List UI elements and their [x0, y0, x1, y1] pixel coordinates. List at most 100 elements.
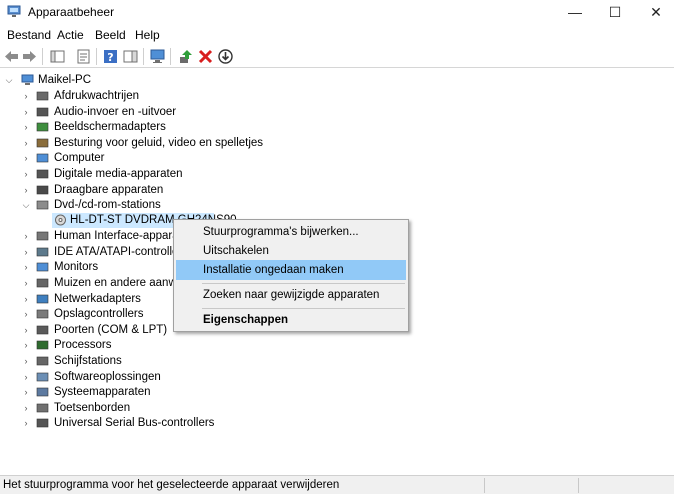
chevron-right-icon[interactable]: › — [21, 401, 31, 416]
menu-beeld[interactable]: Beeld — [95, 28, 126, 42]
media-device-icon — [36, 169, 49, 179]
show-hide-console-tree-icon[interactable] — [49, 48, 66, 65]
chevron-right-icon[interactable]: › — [21, 370, 31, 385]
chevron-right-icon[interactable]: › — [21, 323, 31, 338]
tree-category[interactable]: › Audio-invoer en -uitvoer — [20, 105, 280, 120]
chevron-right-icon[interactable]: › — [21, 276, 31, 291]
portable-device-icon — [36, 185, 49, 194]
chevron-right-icon[interactable]: › — [21, 229, 31, 244]
tree-category-label: Computer — [54, 152, 105, 165]
monitor-icon[interactable] — [149, 48, 166, 65]
tree-category[interactable]: › Afdrukwachtrijen — [20, 89, 280, 104]
tree-category-label: Softwareoplossingen — [54, 370, 161, 383]
chevron-right-icon[interactable]: › — [21, 260, 31, 275]
tree-category-label: Audio-invoer en -uitvoer — [54, 105, 177, 118]
menu-scan-hardware[interactable]: Zoeken naar gewijzigde apparaten — [176, 285, 406, 305]
status-bar: Het stuurprogramma voor het geselecteerd… — [0, 475, 674, 494]
tree-category[interactable]: › Toetsenborden — [20, 401, 280, 416]
menu-disable[interactable]: Uitschakelen — [176, 241, 406, 261]
hid-icon — [36, 231, 49, 241]
menu-properties[interactable]: Eigenschappen — [176, 310, 406, 330]
tree-category-label: Processors — [54, 339, 112, 352]
tree-category-label: Dvd-/cd-rom-stations — [54, 199, 161, 212]
close-button[interactable]: ✕ — [633, 0, 674, 24]
chevron-down-icon[interactable]: ⌵ — [4, 73, 14, 88]
tree-category-label: Schijfstations — [54, 355, 122, 367]
tree-category[interactable]: ⌵ Dvd-/cd-rom-stations — [20, 198, 280, 213]
tree-category-label: Poorten (COM & LPT) — [54, 323, 168, 336]
tree-category[interactable]: › Draagbare apparaten — [20, 183, 280, 198]
tree-category[interactable]: › Softwareoplossingen — [20, 370, 280, 385]
update-driver-icon[interactable] — [177, 48, 194, 65]
forward-arrow-icon[interactable] — [21, 48, 38, 65]
tree-category-label: Digitale media-apparaten — [54, 168, 183, 180]
chevron-right-icon[interactable]: › — [21, 354, 31, 369]
chevron-right-icon[interactable]: › — [21, 307, 31, 322]
keyboard-icon — [36, 403, 49, 413]
menu-uninstall[interactable]: Installatie ongedaan maken — [176, 260, 406, 280]
chevron-right-icon[interactable]: › — [21, 89, 31, 104]
toolbar-separator — [42, 48, 43, 65]
action-pane-icon[interactable] — [122, 48, 139, 65]
properties-icon[interactable] — [75, 48, 92, 65]
device-manager-icon — [7, 5, 21, 17]
uninstall-x-icon[interactable] — [197, 48, 214, 65]
window-title: Apparaatbeheer — [28, 5, 115, 19]
tree-category-label: Muizen en andere aanwijs — [54, 277, 188, 289]
tree-category-label: Draagbare apparaten — [54, 183, 164, 196]
tree-category[interactable]: › Besturing voor geluid, video en spellet… — [20, 136, 280, 151]
chevron-right-icon[interactable]: › — [21, 167, 31, 182]
maximize-button[interactable]: ☐ — [592, 0, 638, 24]
chevron-right-icon[interactable]: › — [21, 292, 31, 307]
storage-controller-icon — [36, 309, 49, 319]
menu-actie[interactable]: Actie — [57, 28, 84, 42]
menu-separator — [202, 308, 405, 309]
menu-help[interactable]: Help — [135, 28, 160, 42]
port-icon — [36, 325, 49, 335]
printer-icon — [36, 91, 49, 101]
disk-drive-icon — [36, 356, 49, 366]
chevron-right-icon[interactable]: › — [21, 385, 31, 400]
chevron-right-icon[interactable]: › — [21, 136, 31, 151]
chevron-down-icon[interactable]: ⌵ — [21, 198, 31, 213]
tree-category-label: Systeemapparaten — [54, 386, 151, 399]
tree-category[interactable]: › Universal Serial Bus-controllers — [20, 416, 280, 431]
chevron-right-icon[interactable]: › — [21, 105, 31, 120]
menu-bestand[interactable]: Bestand — [7, 28, 51, 42]
tree-category-label: Besturing voor geluid, video en spelletj… — [54, 136, 264, 149]
title-bar: Apparaatbeheer — ☐ ✕ — [0, 0, 674, 24]
dvd-drive-icon — [36, 200, 49, 210]
tree-category[interactable]: › Beeldschermadapters — [20, 120, 280, 135]
tree-category[interactable]: › Systeemapparaten — [20, 385, 280, 400]
system-device-icon — [36, 387, 49, 397]
download-icon[interactable] — [217, 48, 234, 65]
menu-bar: Bestand Actie Beeld Help — [0, 25, 674, 45]
status-pane — [578, 478, 579, 493]
back-arrow-icon[interactable] — [3, 48, 20, 65]
tree-category-label: Universal Serial Bus-controllers — [54, 417, 215, 430]
usb-icon — [36, 419, 49, 428]
chevron-right-icon[interactable]: › — [21, 183, 31, 198]
tree-category[interactable]: › Computer — [20, 151, 280, 166]
tree-category-label: Netwerkadapters — [54, 292, 141, 305]
chevron-right-icon[interactable]: › — [21, 151, 31, 166]
chevron-right-icon[interactable]: › — [21, 120, 31, 135]
status-pane — [484, 478, 485, 493]
context-menu: Stuurprogramma's bijwerken... Uitschakel… — [173, 219, 409, 332]
menu-update-driver[interactable]: Stuurprogramma's bijwerken... — [176, 222, 406, 242]
tree-category[interactable]: › Schijfstations — [20, 354, 280, 369]
toolbar-separator — [96, 48, 97, 65]
sound-controller-icon — [36, 138, 49, 148]
tree-root-label: Maikel-PC — [38, 74, 92, 86]
help-icon[interactable]: ? — [102, 48, 119, 65]
tree-root[interactable]: ⌵ Maikel-PC — [4, 73, 204, 88]
chevron-right-icon[interactable]: › — [21, 245, 31, 260]
tree-category[interactable]: › Digitale media-apparaten — [20, 167, 280, 182]
tree-category-label: IDE ATA/ATAPI-controllers — [54, 245, 188, 258]
tree-category[interactable]: › Processors — [20, 338, 280, 353]
tree-category-label: Afdrukwachtrijen — [54, 90, 140, 102]
speaker-icon — [36, 107, 49, 116]
chevron-right-icon[interactable]: › — [21, 416, 31, 431]
chevron-right-icon[interactable]: › — [21, 338, 31, 353]
monitor-icon — [36, 263, 49, 272]
